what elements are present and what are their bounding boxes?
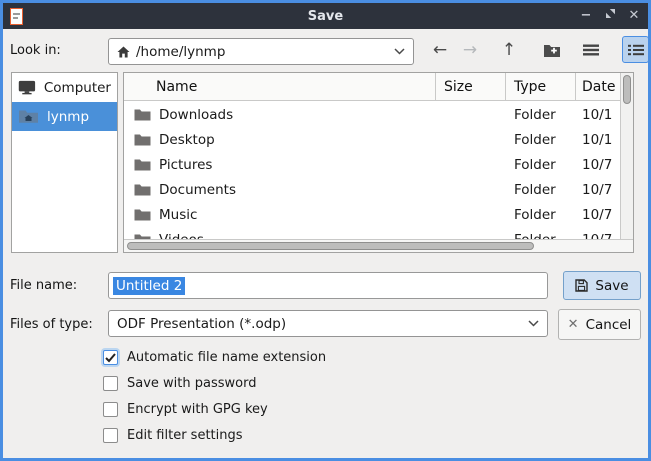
checkmark-icon <box>105 353 116 363</box>
new-folder-icon <box>543 43 561 58</box>
table-row[interactable]: Desktop Folder 10/1 <box>124 127 620 152</box>
detail-view-icon <box>628 44 644 56</box>
save-button[interactable]: Save <box>563 271 641 300</box>
horizontal-scrollbar-thumb[interactable] <box>127 242 534 250</box>
list-view-icon <box>583 44 599 56</box>
table-body: Downloads Folder 10/1 Desktop Folder 10/… <box>124 102 620 239</box>
column-header-size[interactable]: Size <box>436 73 506 100</box>
folder-icon <box>134 208 151 222</box>
file-name-input[interactable]: Untitled 2 <box>108 272 548 299</box>
file-type-value: ODF Presentation (*.odp) <box>117 316 286 332</box>
save-icon <box>575 279 588 292</box>
table-row[interactable]: Videos Folder 10/7 <box>124 227 620 239</box>
cancel-icon: ✕ <box>568 317 579 332</box>
home-folder-icon <box>18 109 39 124</box>
restore-icon <box>605 8 616 19</box>
vertical-scrollbar-thumb[interactable] <box>623 75 631 104</box>
titlebar[interactable]: Save − ✕ <box>3 3 648 29</box>
chevron-down-icon <box>528 320 539 327</box>
file-name-value: Untitled 2 <box>113 277 185 295</box>
sidebar-item-computer[interactable]: Computer <box>12 73 117 102</box>
folder-icon <box>134 158 151 172</box>
look-in-label: Look in: <box>10 43 61 58</box>
folder-icon <box>134 183 151 197</box>
column-header-type[interactable]: Type <box>506 73 576 100</box>
checkbox[interactable] <box>103 428 118 443</box>
list-view-button[interactable] <box>577 36 604 63</box>
detail-view-button[interactable] <box>622 36 649 63</box>
chevron-down-icon <box>394 48 405 55</box>
home-icon <box>117 46 130 58</box>
table-row[interactable]: Pictures Folder 10/7 <box>124 152 620 177</box>
file-type-combobox[interactable]: ODF Presentation (*.odp) <box>108 310 548 337</box>
minimize-button[interactable]: − <box>579 3 593 29</box>
option-auto-extension[interactable]: Automatic file name extension <box>103 349 326 366</box>
horizontal-scrollbar[interactable] <box>124 239 633 252</box>
checkbox[interactable] <box>103 376 118 391</box>
window-title: Save <box>3 9 648 24</box>
vertical-scrollbar[interactable] <box>620 73 633 239</box>
checkbox[interactable] <box>103 350 118 365</box>
files-of-type-label: Files of type: <box>10 317 93 332</box>
up-level-button[interactable]: ↑ <box>496 37 522 63</box>
table-row[interactable]: Downloads Folder 10/1 <box>124 102 620 127</box>
file-name-label: File name: <box>10 278 77 293</box>
sidebar-item-label: lynmp <box>47 109 89 125</box>
option-encrypt-gpg[interactable]: Encrypt with GPG key <box>103 401 268 418</box>
new-folder-button[interactable] <box>539 37 565 63</box>
table-header: Name Size Type Date <box>124 73 620 101</box>
look-in-combobox[interactable]: /home/lynmp <box>108 38 414 65</box>
file-list: Name Size Type Date Downloads Folder 10/… <box>123 72 634 253</box>
sidebar-item-label: Computer <box>44 80 111 96</box>
table-row[interactable]: Music Folder 10/7 <box>124 202 620 227</box>
option-edit-filter-settings[interactable]: Edit filter settings <box>103 427 243 444</box>
column-header-name[interactable]: Name <box>124 73 436 100</box>
cancel-button[interactable]: ✕ Cancel <box>558 309 641 340</box>
places-sidebar: Computer lynmp <box>11 72 118 253</box>
back-button[interactable]: ← <box>427 37 453 63</box>
restore-button[interactable] <box>603 3 617 29</box>
close-button[interactable]: ✕ <box>627 3 641 29</box>
column-header-date[interactable]: Date <box>576 73 620 100</box>
folder-icon <box>134 133 151 147</box>
save-dialog: Save − ✕ Look in: /home/lynmp ← → ↑ <box>0 0 651 461</box>
folder-icon <box>134 108 151 122</box>
computer-icon <box>18 78 36 97</box>
forward-button[interactable]: → <box>457 37 483 63</box>
sidebar-item-home[interactable]: lynmp <box>12 102 117 131</box>
option-save-with-password[interactable]: Save with password <box>103 375 256 392</box>
table-row[interactable]: Documents Folder 10/7 <box>124 177 620 202</box>
impress-document-icon <box>10 8 23 25</box>
checkbox[interactable] <box>103 402 118 417</box>
look-in-path: /home/lynmp <box>136 44 225 60</box>
